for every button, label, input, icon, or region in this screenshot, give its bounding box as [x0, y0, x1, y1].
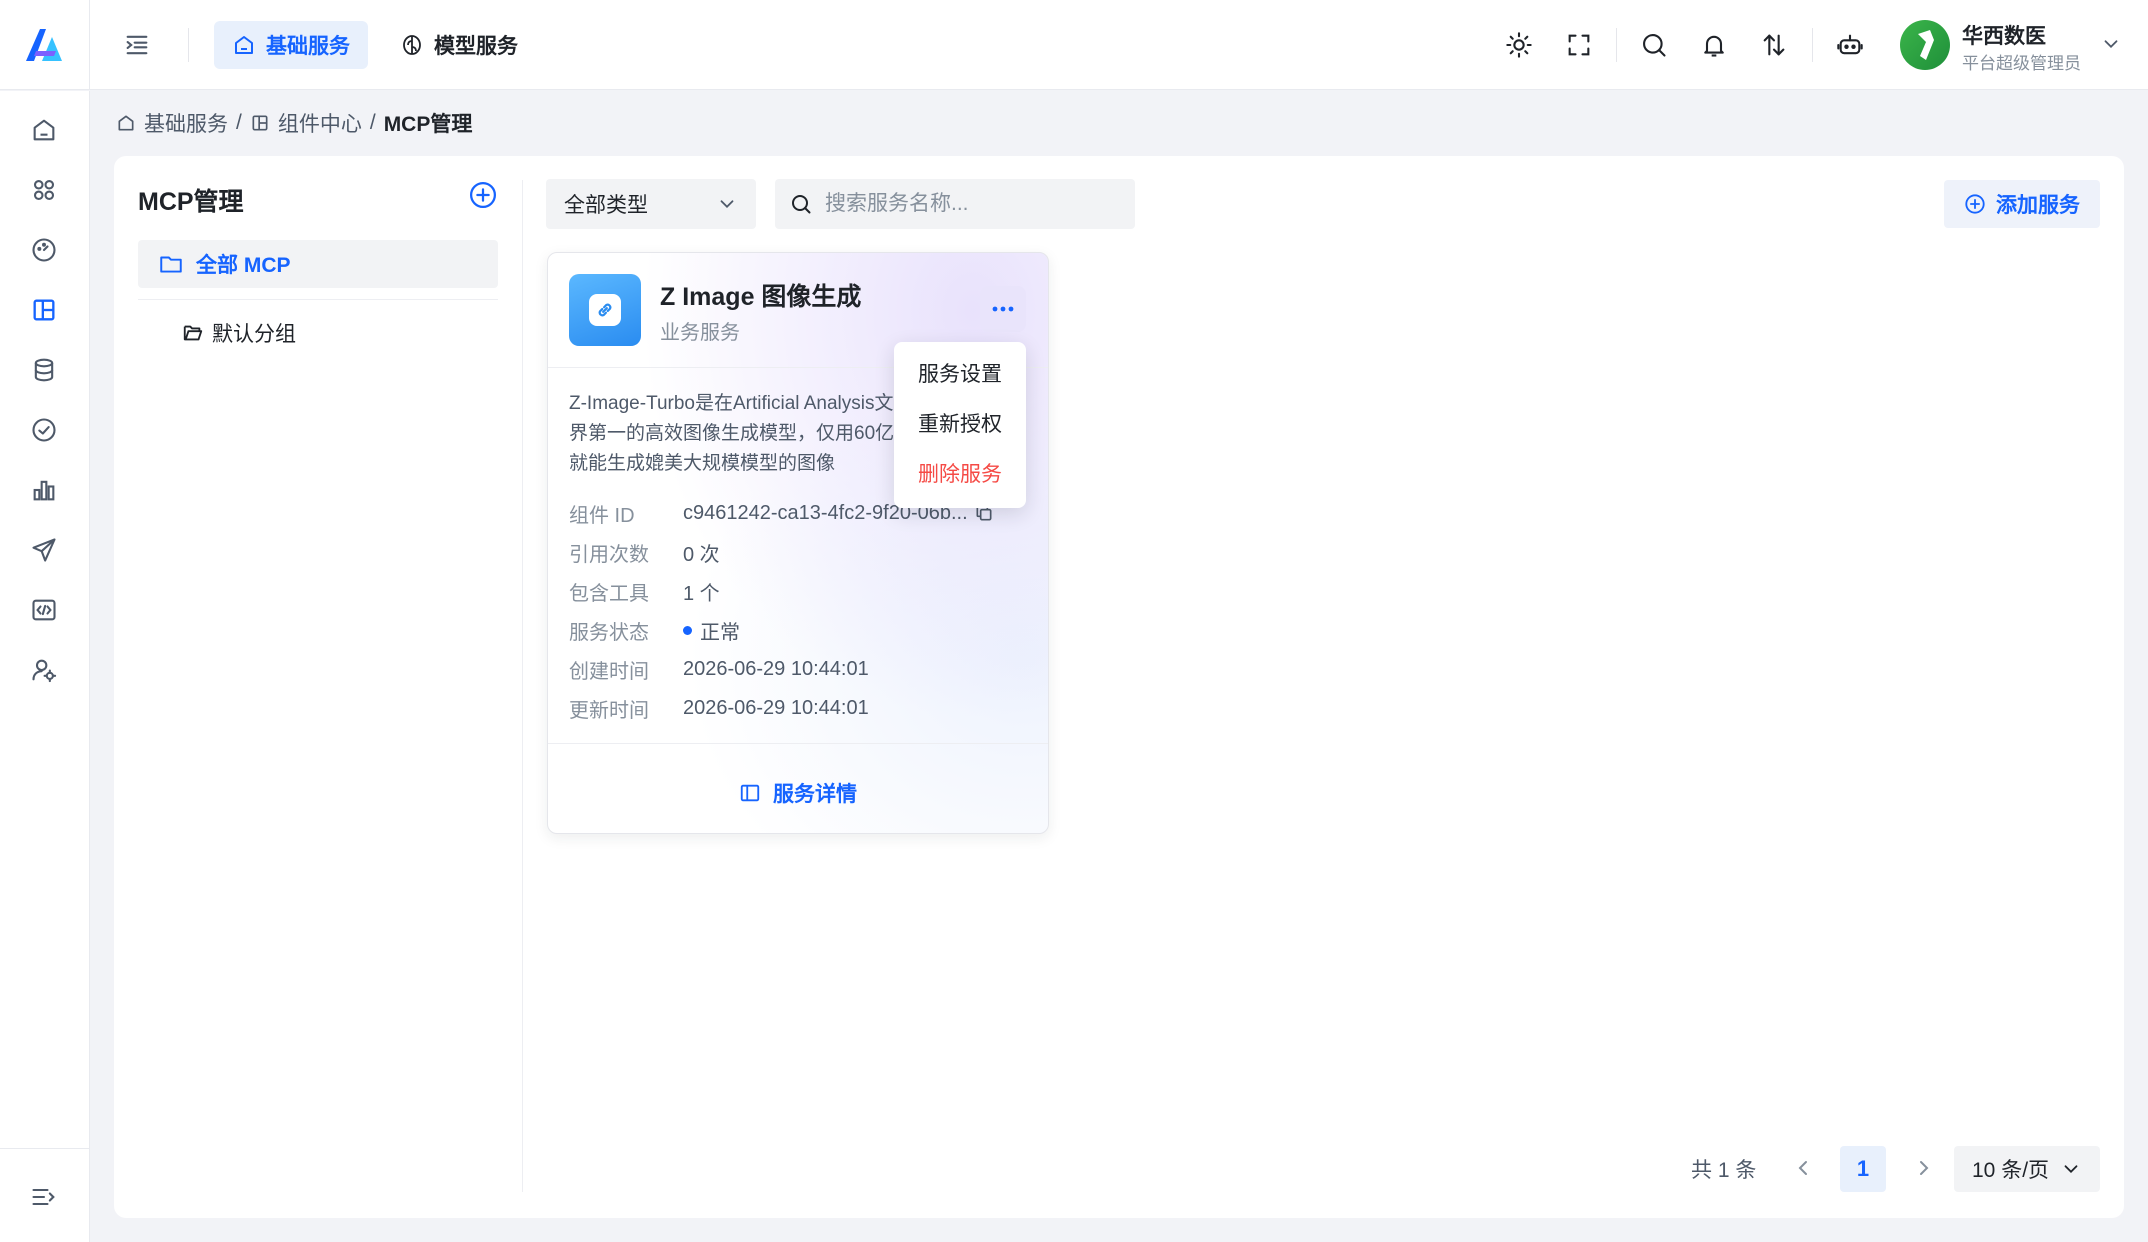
group-item-all-mcp[interactable]: 全部 MCP [138, 240, 498, 288]
user-name[interactable]: 华西数医 [1962, 20, 2046, 50]
brain-icon [400, 33, 424, 57]
search-icon[interactable] [1640, 31, 1668, 59]
tab-label: 基础服务 [266, 35, 350, 58]
add-service-button[interactable]: 添加服务 [1944, 180, 2100, 228]
search-input[interactable] [825, 192, 1121, 216]
menu-item-delete-service[interactable]: 删除服务 [894, 450, 1026, 500]
nav-separator [0, 1148, 90, 1149]
group-separator [138, 299, 498, 300]
breadcrumb: 基础服务 / 组件中心 / MCP管理 [116, 108, 472, 138]
chevron-down-icon[interactable] [2100, 33, 2122, 55]
check-circle-icon[interactable] [30, 416, 58, 444]
header-divider [188, 28, 189, 62]
tab-model-services[interactable]: 模型服务 [382, 21, 536, 69]
card-subtitle: 业务服务 [660, 322, 740, 344]
user-settings-icon[interactable] [30, 656, 58, 684]
chevron-left-icon[interactable] [1791, 1156, 1815, 1180]
service-detail-button[interactable]: 服务详情 [548, 773, 1048, 813]
group-label: 默认分组 [212, 323, 296, 346]
service-detail-label: 服务详情 [773, 783, 857, 806]
add-service-label: 添加服务 [1996, 194, 2080, 217]
send-icon[interactable] [30, 536, 58, 564]
fullscreen-icon[interactable] [1565, 31, 1593, 59]
breadcrumb-item[interactable]: 基础服务 [144, 108, 228, 138]
expand-menu-icon[interactable] [30, 1183, 58, 1211]
tab-label: 模型服务 [434, 35, 518, 58]
chevron-right-icon[interactable] [1912, 1156, 1936, 1180]
ellipsis-icon [992, 306, 1014, 312]
group-item-default[interactable]: 默认分组 [182, 316, 296, 350]
top-header: 基础服务 模型服务 华西数医 平台超级管理员 [0, 0, 2148, 90]
meta-row-updated: 更新时间 2026-06-29 10:44:01 [569, 696, 869, 722]
folder-icon [158, 251, 184, 277]
group-label: 全部 MCP [196, 254, 291, 277]
chevron-down-icon [716, 193, 738, 215]
pagination-page[interactable]: 1 [1840, 1146, 1886, 1192]
type-select[interactable]: 全部类型 [546, 179, 756, 229]
service-icon [569, 274, 641, 346]
folder-open-icon [182, 322, 204, 344]
code-icon[interactable] [30, 596, 58, 624]
status-badge: 正常 [700, 621, 740, 644]
apps-icon[interactable] [30, 176, 58, 204]
sidebar-title: MCP管理 [138, 188, 244, 216]
breadcrumb-current: MCP管理 [383, 113, 473, 136]
menu-item-service-settings[interactable]: 服务设置 [894, 350, 1026, 400]
menu-item-reauthorize[interactable]: 重新授权 [894, 400, 1026, 450]
avatar[interactable] [1900, 20, 1950, 70]
tab-basic-services[interactable]: 基础服务 [214, 21, 368, 69]
bell-icon[interactable] [1700, 31, 1728, 59]
breadcrumb-item[interactable]: 组件中心 [278, 108, 362, 138]
card-dropdown-menu: 服务设置 重新授权 删除服务 [894, 342, 1026, 508]
search-box [775, 179, 1135, 229]
pagination-total: 共 1 条 [1691, 1159, 1757, 1182]
sort-arrows-icon[interactable] [1760, 31, 1788, 59]
search-icon [789, 192, 813, 216]
breadcrumb-separator: / [236, 111, 242, 134]
logo-divider [89, 0, 90, 90]
type-select-value: 全部类型 [564, 194, 648, 217]
status-dot [683, 625, 692, 635]
robot-icon[interactable] [1836, 31, 1864, 59]
layout-icon[interactable] [30, 296, 58, 324]
meta-row-created: 创建时间 2026-06-29 10:44:01 [569, 657, 869, 683]
link-icon [598, 303, 612, 317]
database-icon[interactable] [30, 356, 58, 384]
home-icon [116, 113, 136, 133]
sun-icon[interactable] [1505, 31, 1533, 59]
bar-chart-icon[interactable] [30, 476, 58, 504]
plus-circle-icon [1964, 193, 1986, 215]
app-logo[interactable] [22, 25, 66, 65]
header-separator [1616, 28, 1617, 62]
service-card[interactable]: Z Image 图像生成 业务服务 Z-Image-Turbo是在Artific… [547, 252, 1049, 834]
panel-divider [522, 180, 523, 1192]
panel-icon [739, 782, 761, 804]
header-separator [1812, 28, 1813, 62]
layout-icon [250, 113, 270, 133]
left-nav [0, 91, 90, 1242]
page-size-select[interactable]: 10 条/页 [1954, 1146, 2100, 1192]
home-icon [232, 33, 256, 57]
collapse-menu-icon[interactable] [123, 31, 151, 59]
page-size-value: 10 条/页 [1972, 1159, 2050, 1182]
card-title: Z Image 图像生成 [660, 283, 862, 311]
breadcrumb-separator: / [369, 111, 376, 134]
chevron-down-icon [2060, 1158, 2082, 1180]
home-icon[interactable] [30, 116, 58, 144]
meta-row-tools: 包含工具 1 个 [569, 582, 720, 605]
main-panel [114, 156, 2124, 1218]
add-group-icon[interactable] [468, 180, 498, 210]
meta-row-references: 引用次数 0 次 [569, 543, 720, 566]
more-options-button[interactable] [980, 286, 1026, 332]
card-divider [548, 743, 1048, 744]
meta-row-status: 服务状态 正常 [569, 615, 1039, 645]
dashboard-icon[interactable] [30, 236, 58, 264]
user-role: 平台超级管理员 [1962, 54, 2081, 73]
